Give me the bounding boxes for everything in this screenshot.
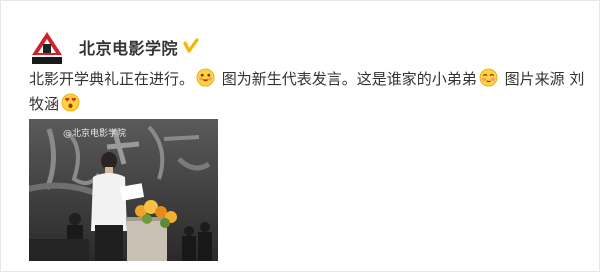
blush-emoji-icon <box>479 68 498 87</box>
author-name[interactable]: 北京电影学院 <box>79 35 178 59</box>
author-avatar[interactable] <box>31 31 63 65</box>
bfa-logo-icon <box>32 32 62 64</box>
heart-eyes-emoji-icon <box>61 93 80 112</box>
post-text: 北影开学典礼正在进行。 图为新生代表发言。这是谁家的小弟弟 图片来源 刘牧涵 <box>29 67 589 117</box>
post-text-part2: 图为新生代表发言。这是谁家的小弟弟 <box>217 70 477 88</box>
image-watermark: @北京电影学院 <box>63 129 127 139</box>
verified-badge-icon <box>182 37 200 55</box>
post-image[interactable] <box>29 119 218 261</box>
opening-ceremony-photo <box>29 119 218 261</box>
post-text-part1: 北影开学典礼正在进行。 <box>29 70 195 88</box>
grin-emoji-icon <box>196 68 215 87</box>
weibo-post-card: 北京电影学院 北影开学典礼正在进行。 图为新生代表发言。这是谁家的小弟弟 图片来… <box>0 0 600 272</box>
